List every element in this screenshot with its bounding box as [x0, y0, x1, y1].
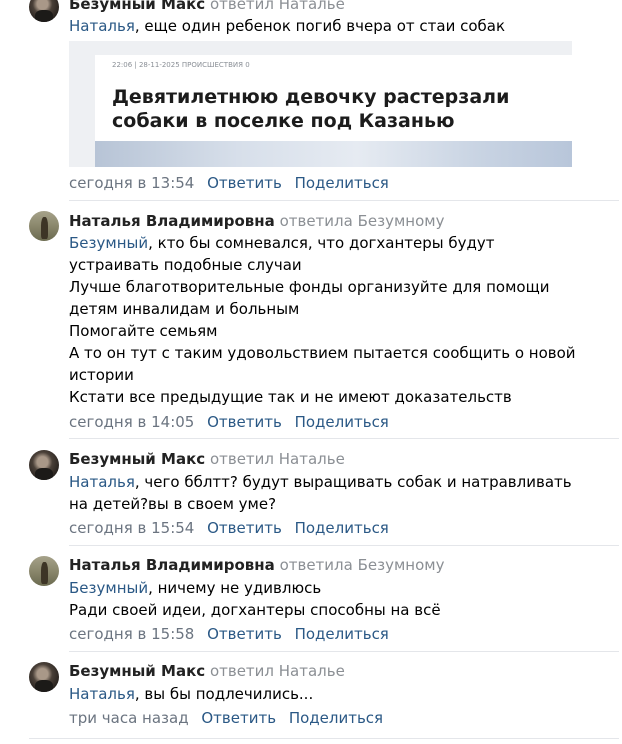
- comment-line: , еще один ребенок погиб вчера от стаи с…: [134, 17, 506, 35]
- replied-to[interactable]: ответил Наталье: [210, 450, 345, 468]
- article-card: 22:06 | 28-11-2025 ПРОИСШЕСТВИЯ 0 Девяти…: [95, 55, 572, 167]
- share-button[interactable]: Поделиться: [295, 519, 389, 537]
- comment-header: Наталья Владимировна ответила Безумному: [69, 555, 444, 575]
- avatar[interactable]: [29, 0, 59, 22]
- comment-line: , вы бы подлечились...: [134, 685, 314, 703]
- comment-header: Безумный Макс ответил Наталье: [69, 661, 345, 681]
- comment-meta: три часа назад Ответить Поделиться: [69, 708, 383, 728]
- comment-text: Безумный, ничему не удивлюсь Ради своей …: [69, 577, 589, 621]
- divider: [69, 651, 619, 652]
- comment-date[interactable]: сегодня в 15:58: [69, 625, 194, 643]
- avatar[interactable]: [29, 662, 59, 692]
- comment-line: , чего бблтт? будут выращивать собак и н…: [69, 473, 572, 513]
- comment-date[interactable]: три часа назад: [69, 709, 189, 727]
- share-button[interactable]: Поделиться: [295, 174, 389, 192]
- comment-date[interactable]: сегодня в 13:54: [69, 174, 194, 192]
- share-button[interactable]: Поделиться: [289, 709, 383, 727]
- comment-text: Наталья, еще один ребенок погиб вчера от…: [69, 15, 589, 37]
- reply-button[interactable]: Ответить: [201, 709, 276, 727]
- comment-header: Безумный Макс ответил Наталье: [69, 0, 345, 14]
- comment-meta: сегодня в 15:54 Ответить Поделиться: [69, 518, 389, 538]
- author-name[interactable]: Безумный Макс: [69, 662, 205, 680]
- article-meta: 22:06 | 28-11-2025 ПРОИСШЕСТВИЯ 0: [112, 61, 250, 69]
- divider: [69, 200, 619, 201]
- reply-button[interactable]: Ответить: [207, 413, 282, 431]
- replied-to[interactable]: ответил Наталье: [210, 662, 345, 680]
- comment-line: Кстати все предыдущие так и не имеют док…: [69, 388, 512, 406]
- mention-link[interactable]: Наталья: [69, 17, 135, 35]
- reply-button[interactable]: Ответить: [207, 625, 282, 643]
- avatar[interactable]: [29, 450, 59, 480]
- article-photo: [95, 141, 572, 167]
- divider: [29, 738, 619, 739]
- avatar[interactable]: [29, 211, 59, 241]
- share-button[interactable]: Поделиться: [295, 625, 389, 643]
- article-title: Девятилетнюю девочку растерзали собаки в…: [112, 86, 510, 132]
- mention-link[interactable]: Наталья: [69, 473, 135, 491]
- comment-text: Наталья, вы бы подлечились...: [69, 683, 589, 705]
- comment-line: Лучше благотворительные фонды организуйт…: [69, 278, 550, 318]
- comment-text: Наталья, чего бблтт? будут выращивать со…: [69, 471, 589, 515]
- replied-to[interactable]: ответила Безумному: [280, 556, 445, 574]
- author-name[interactable]: Наталья Владимировна: [69, 212, 275, 230]
- mention-link[interactable]: Безумный: [69, 234, 148, 252]
- comment-meta: сегодня в 15:58 Ответить Поделиться: [69, 624, 389, 644]
- mention-link[interactable]: Наталья: [69, 685, 135, 703]
- mention-link[interactable]: Безумный: [69, 579, 148, 597]
- author-name[interactable]: Наталья Владимировна: [69, 556, 275, 574]
- comment-text: Безумный, кто бы сомневался, что догхант…: [69, 232, 589, 408]
- article-preview[interactable]: 22:06 | 28-11-2025 ПРОИСШЕСТВИЯ 0 Девяти…: [69, 41, 572, 167]
- share-button[interactable]: Поделиться: [295, 413, 389, 431]
- comment-line: А то он тут с таким удовольствием пытает…: [69, 344, 576, 384]
- divider: [69, 545, 619, 546]
- reply-button[interactable]: Ответить: [207, 174, 282, 192]
- comment-date[interactable]: сегодня в 14:05: [69, 413, 194, 431]
- comment-header: Безумный Макс ответил Наталье: [69, 449, 345, 469]
- comment-line: , ничему не удивлюсь: [148, 579, 322, 597]
- avatar[interactable]: [29, 556, 59, 586]
- author-name[interactable]: Безумный Макс: [69, 0, 205, 13]
- comment-meta: сегодня в 13:54 Ответить Поделиться: [69, 173, 389, 193]
- replied-to[interactable]: ответила Безумному: [280, 212, 445, 230]
- divider: [69, 438, 619, 439]
- author-name[interactable]: Безумный Макс: [69, 450, 205, 468]
- comment-line: Ради своей идеи, догхантеры способны на …: [69, 601, 441, 619]
- comment-date[interactable]: сегодня в 15:54: [69, 519, 194, 537]
- comment-meta: сегодня в 14:05 Ответить Поделиться: [69, 412, 389, 432]
- comment-header: Наталья Владимировна ответила Безумному: [69, 211, 444, 231]
- reply-button[interactable]: Ответить: [207, 519, 282, 537]
- replied-to[interactable]: ответил Наталье: [210, 0, 345, 13]
- comment-line: Помогайте семьям: [69, 322, 218, 340]
